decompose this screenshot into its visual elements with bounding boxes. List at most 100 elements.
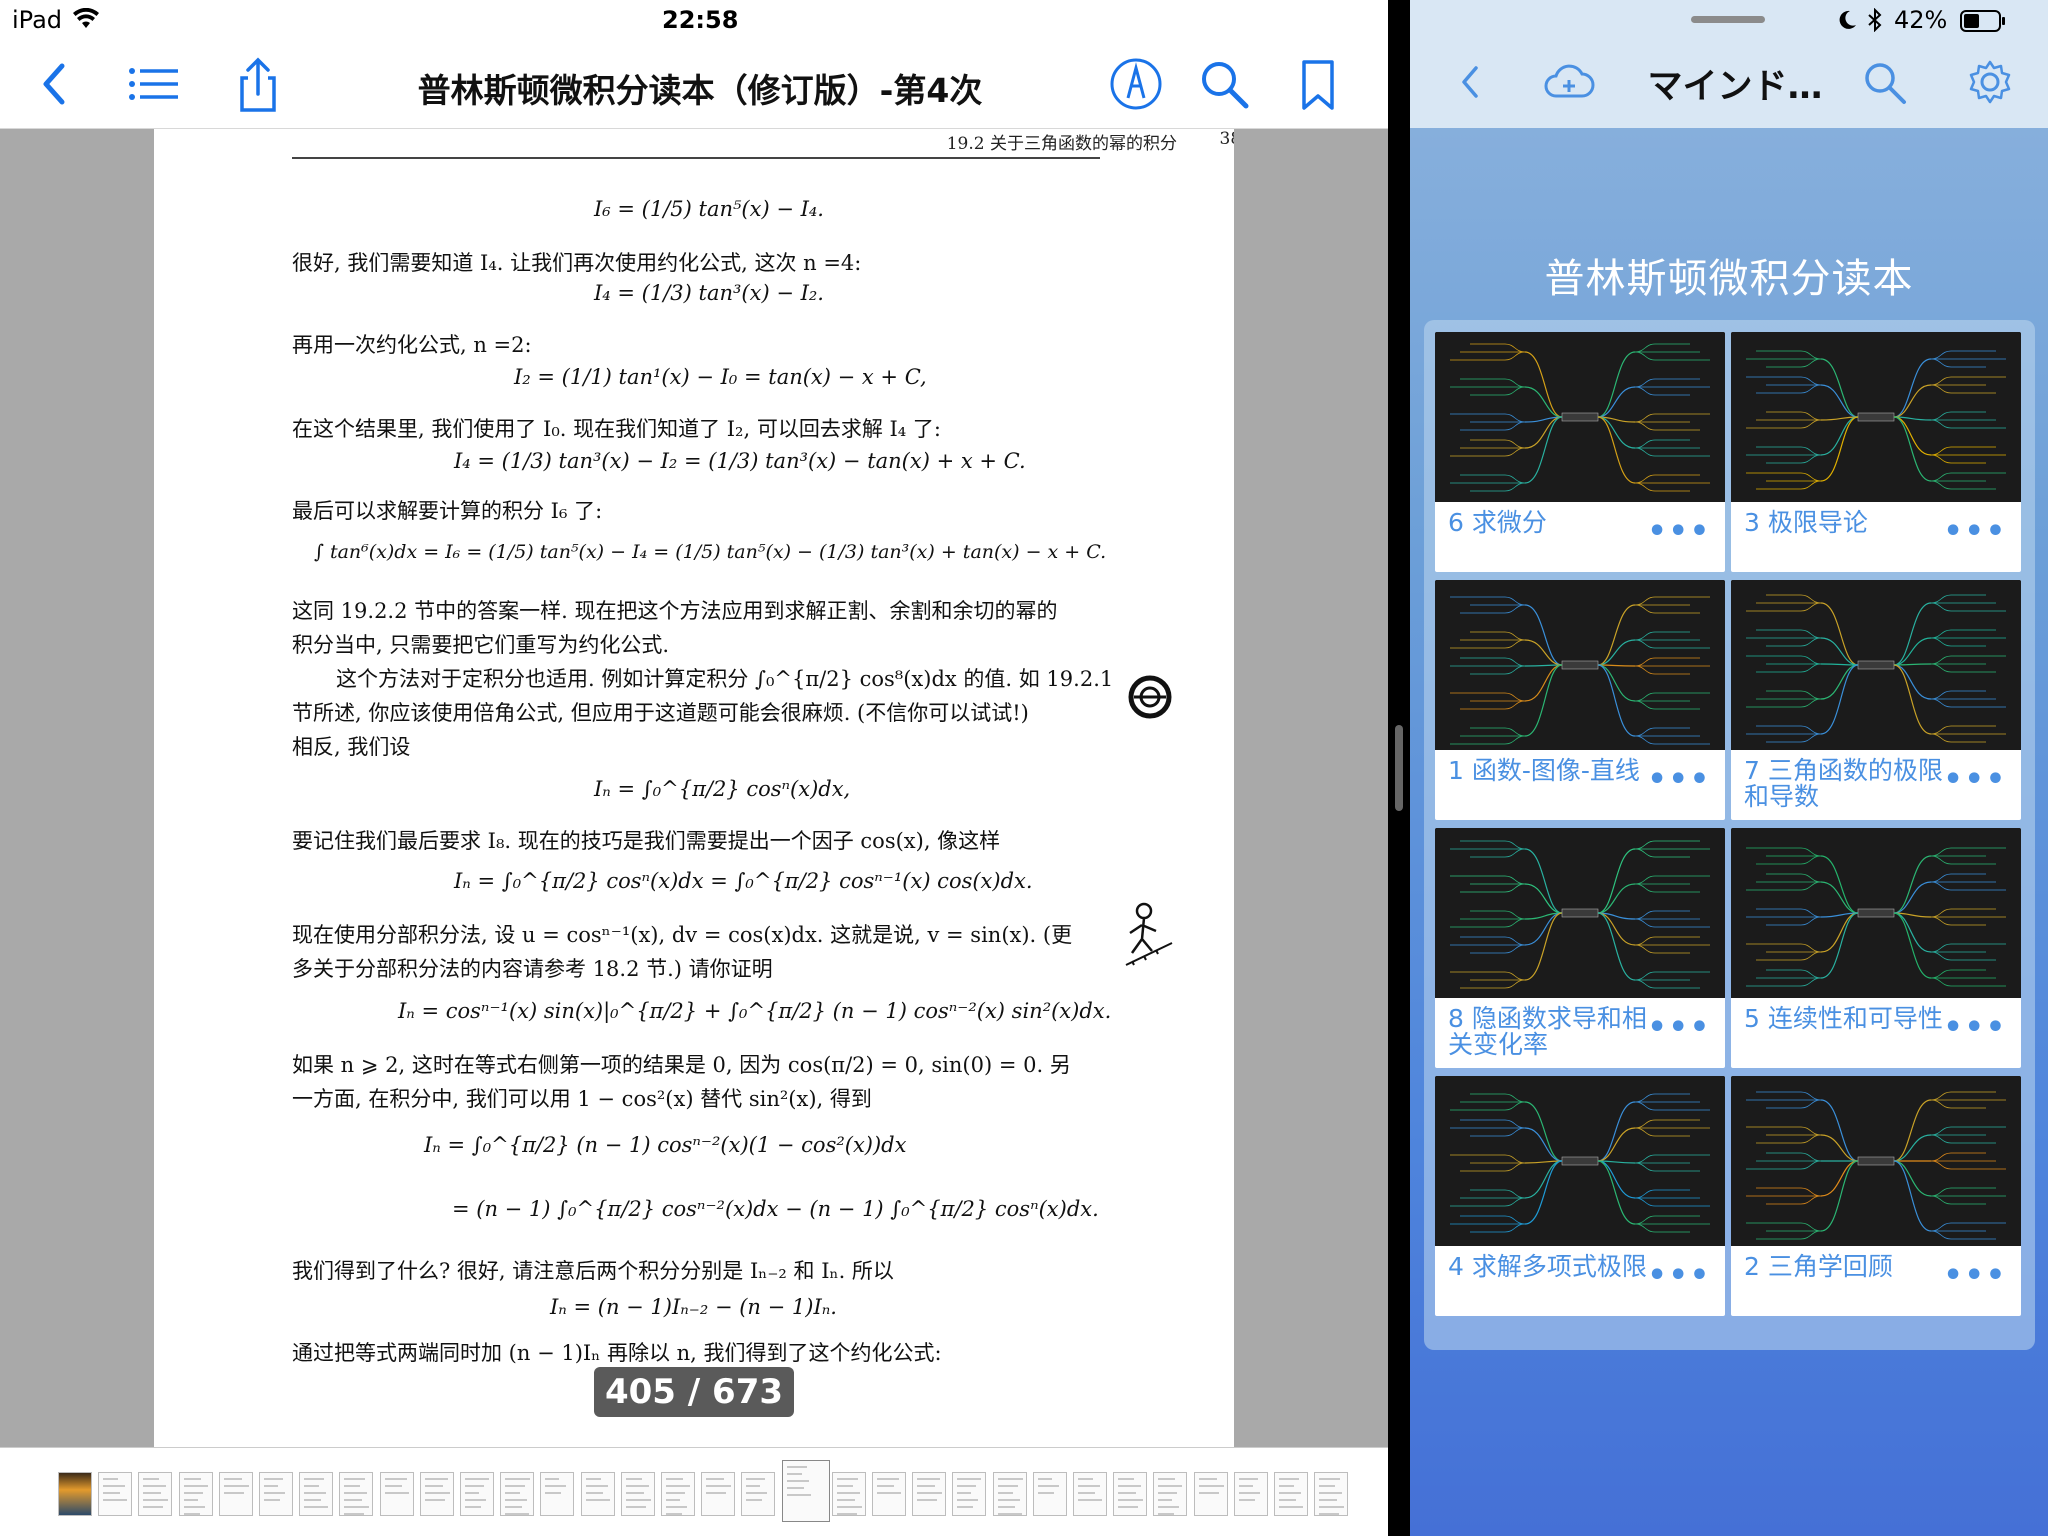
page-thumbnail[interactable] [701,1472,735,1516]
status-bar: iPad 22:58 [0,0,1388,40]
more-options-icon[interactable]: ••• [1943,517,2007,547]
text-line: 现在使用分部积分法, 设 u = cosⁿ⁻¹(x), dv = cos(x)d… [292,923,1073,947]
search-icon[interactable] [1860,58,1908,106]
page-thumbnail[interactable] [952,1472,986,1516]
bookmark-icon[interactable] [1288,54,1348,114]
mindmap-preview [1731,580,2021,750]
page-thumbnail[interactable] [1073,1472,1107,1516]
page-thumbnail[interactable] [661,1472,695,1516]
text-line: 多关于分部积分法的内容请参考 18.2 节.) 请你证明 [292,957,773,981]
equation-line: Iₙ = cosⁿ⁻¹(x) sin(x)|₀^{π/2} + ∫₀^{π/2}… [398,999,1112,1023]
back-chevron-icon[interactable] [1446,58,1494,106]
text-line: 一方面, 在积分中, 我们可以用 1 − cos²(x) 替代 sin²(x),… [292,1087,872,1111]
mindmap-preview [1435,580,1725,750]
more-options-icon[interactable]: ••• [1943,1013,2007,1043]
mindmap-preview [1435,828,1725,998]
current-page-thumbnail[interactable] [782,1460,830,1522]
page-thumbnail[interactable] [179,1472,213,1516]
page-thumbnail[interactable] [540,1472,574,1516]
page-thumbnail[interactable] [58,1472,92,1516]
page-thumbnail[interactable] [832,1472,866,1516]
equation-line: I₄ = (1/3) tan³(x) − I₂ = (1/3) tan³(x) … [454,449,1026,473]
document-title: 普林斯顿微积分读本（修订版）-第4次 [417,71,983,110]
page-thumbnail-strip[interactable] [0,1447,1388,1536]
text-line: 很好, 我们需要知道 I₄. 让我们再次使用约化公式, 这次 n =4: [292,251,862,275]
text-line: 我们得到了什么? 很好, 请注意后两个积分分别是 Iₙ₋₂ 和 Iₙ. 所以 [292,1259,894,1283]
more-options-icon[interactable]: ••• [1647,1013,1711,1043]
mindmap-grid: 6 求微分 ••• 3 极限导论 ••• 1 函数-图像-直线 ••• 7 三角函数的极限和… [1424,320,2035,1350]
mindmap-card-title: 7 三角函数的极限和导数 [1744,756,1943,811]
table-of-contents-icon[interactable] [124,54,184,114]
mindmap-preview [1435,1076,1725,1246]
mindmap-card-title: 2 三角学回顾 [1744,1252,1893,1281]
mindmap-preview [1731,828,2021,998]
page-thumbnail[interactable] [420,1472,454,1516]
mindmap-card[interactable]: 3 极限导论 ••• [1731,332,2021,572]
page-thumbnail[interactable] [872,1472,906,1516]
more-options-icon[interactable]: ••• [1647,1261,1711,1291]
page-thumbnail[interactable] [1234,1472,1268,1516]
more-options-icon[interactable]: ••• [1647,517,1711,547]
page-thumbnail[interactable] [98,1472,132,1516]
cloud-add-icon[interactable] [1542,58,1596,106]
equation-line: Iₙ = ∫₀^{π/2} cosⁿ(x)dx, [594,777,851,801]
page-thumbnail[interactable] [500,1472,534,1516]
more-options-icon[interactable]: ••• [1943,765,2007,795]
page-thumbnail[interactable] [138,1472,172,1516]
battery-percentage: 42% [1894,6,1948,34]
back-chevron-icon[interactable] [24,54,84,114]
mindmap-card-title: 4 求解多项式极限 [1448,1252,1647,1281]
mindmap-card[interactable]: 1 函数-图像-直线 ••• [1435,580,1725,820]
mindmap-card-title: 6 求微分 [1448,508,1547,537]
status-indicators: 42% [1836,6,2036,36]
page-thumbnail[interactable] [1153,1472,1187,1516]
mindmap-card[interactable]: 5 连续性和可导性 ••• [1731,828,2021,1068]
clock: 22:58 [662,6,739,34]
mindmap-preview [1731,1076,2021,1246]
mindmap-app: 42% マインド… 普林斯顿微积分读本 6 求微分 ••• 3 极限导论 ••• 1 函… [1410,0,2048,1536]
page-thumbnail[interactable] [1274,1472,1308,1516]
pdf-reader-app: iPad 22:58 普林斯顿微积分读本（修订版）-第4次 19.2 关于三角函… [0,0,1388,1536]
page-thumbnail[interactable] [1194,1472,1228,1516]
slide-over-grabber[interactable] [1691,16,1765,23]
page-thumbnail[interactable] [1113,1472,1147,1516]
page-thumbnail[interactable] [219,1472,253,1516]
page-thumbnail[interactable] [460,1472,494,1516]
search-icon[interactable] [1194,54,1254,114]
page-thumbnail[interactable] [259,1472,293,1516]
mindmap-card[interactable]: 4 求解多项式极限 ••• [1435,1076,1725,1316]
text-line: 通过把等式两端同时加 (n − 1)Iₙ 再除以 n, 我们得到了这个约化公式: [292,1341,942,1365]
mindmap-card[interactable]: 6 求微分 ••• [1435,332,1725,572]
text-line: 节所述, 你应该使用倍角公式, 但应用于这道题可能会很麻烦. (不信你可以试试!… [292,701,1029,725]
page-thumbnail[interactable] [380,1472,414,1516]
text-line: 要记住我们最后要求 I₈. 现在的技巧是我们需要提出一个因子 cos(x), 像… [292,829,1001,853]
mindmap-card-title: 3 极限导论 [1744,508,1868,537]
mindmap-card[interactable]: 8 隐函数求导和相关变化率 ••• [1435,828,1725,1068]
equation-line: I₂ = (1/1) tan¹(x) − I₀ = tan(x) − x + C… [514,365,927,389]
page-thumbnail[interactable] [621,1472,655,1516]
more-options-icon[interactable]: ••• [1647,765,1711,795]
page-thumbnail[interactable] [741,1472,775,1516]
mindmap-header: 42% マインド… [1410,0,2048,128]
page-thumbnail[interactable] [1314,1472,1348,1516]
mindmap-preview [1731,332,2021,502]
share-icon[interactable] [228,54,288,114]
pdf-page[interactable]: 19.2 关于三角函数的幂的积分 383 I₆ = (1/5) tan⁵(x) … [154,129,1234,1447]
mindmap-card-title: 8 隐函数求导和相关变化率 [1448,1004,1647,1059]
mindmap-card[interactable]: 2 三角学回顾 ••• [1731,1076,2021,1316]
mindmap-card[interactable]: 7 三角函数的极限和导数 ••• [1731,580,2021,820]
page-thumbnail[interactable] [581,1472,615,1516]
text-line: 积分当中, 只需要把它们重写为约化公式. [292,633,670,657]
settings-gear-icon[interactable] [1966,58,2014,106]
split-view-handle[interactable] [1395,725,1403,811]
page-thumbnail[interactable] [339,1472,373,1516]
lifebuoy-icon [1128,675,1172,719]
annotate-pen-icon[interactable] [1106,54,1166,114]
more-options-icon[interactable]: ••• [1943,1261,2007,1291]
page-header: 19.2 关于三角函数的幂的积分 383 [292,129,1234,159]
equation-line: Iₙ = ∫₀^{π/2} cosⁿ(x)dx = ∫₀^{π/2} cosⁿ⁻… [454,869,1033,893]
page-thumbnail[interactable] [993,1472,1027,1516]
page-thumbnail[interactable] [299,1472,333,1516]
page-thumbnail[interactable] [912,1472,946,1516]
page-thumbnail[interactable] [1033,1472,1067,1516]
